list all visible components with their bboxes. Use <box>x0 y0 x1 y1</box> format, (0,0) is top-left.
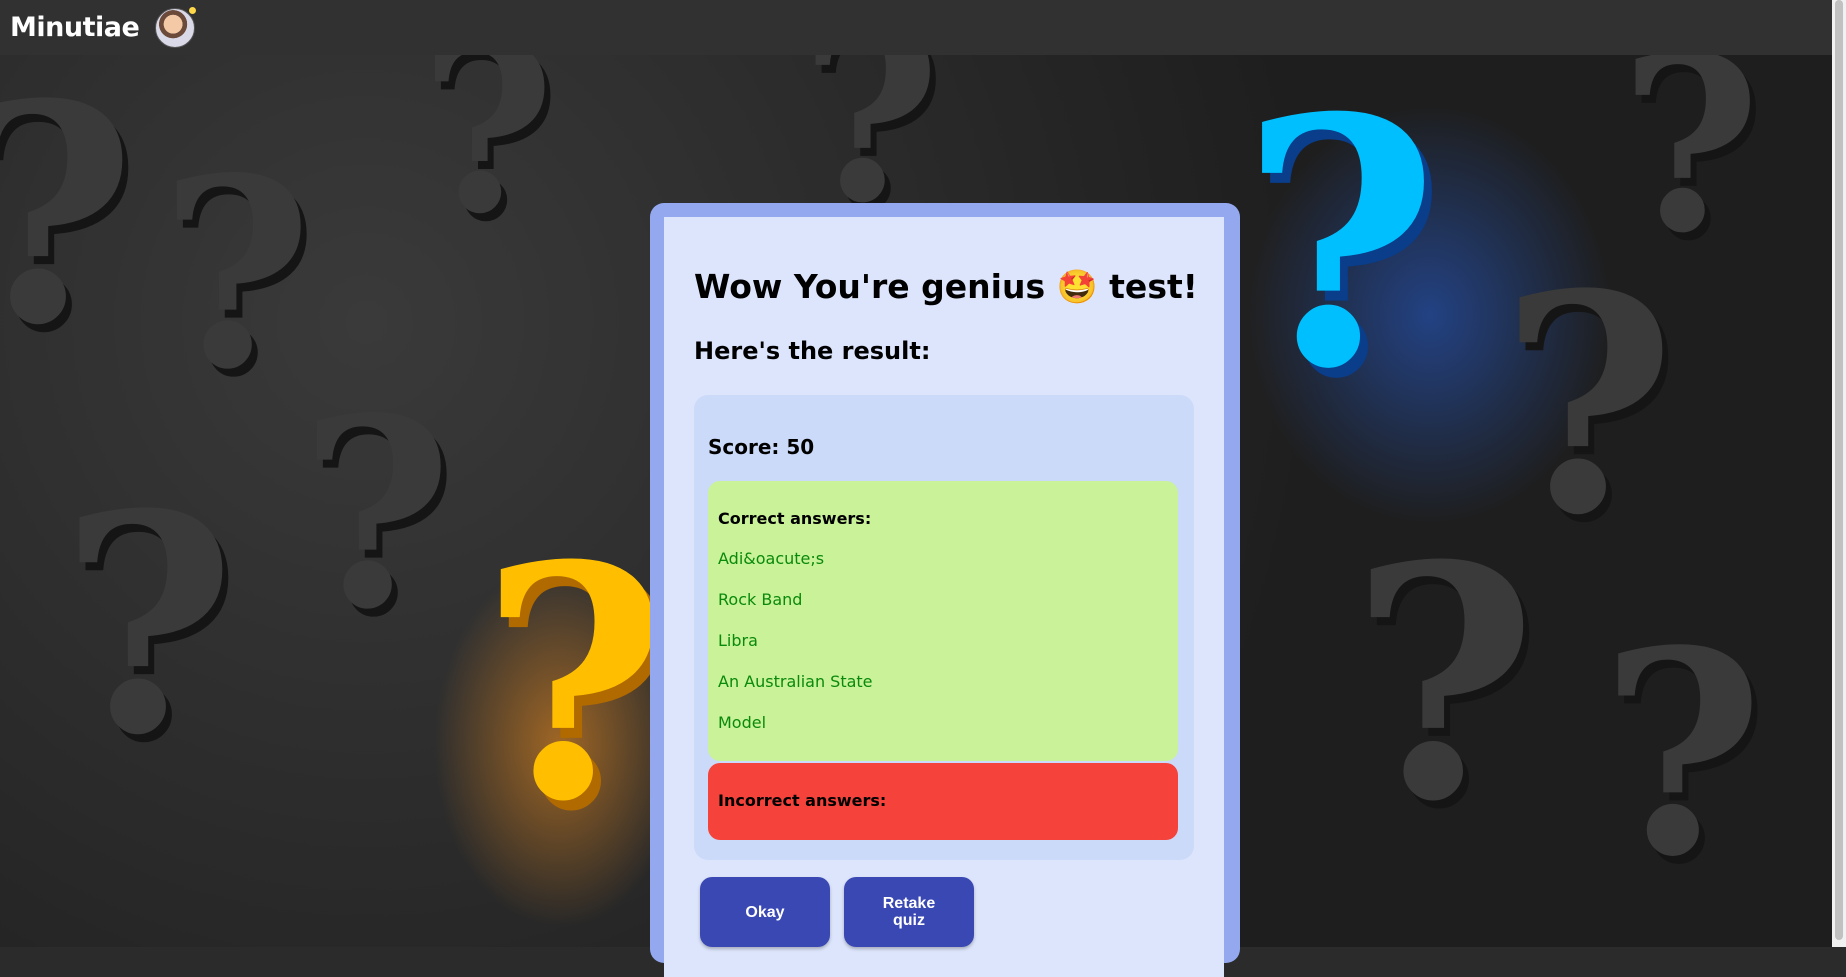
incorrect-answers-heading: Incorrect answers: <box>718 791 887 810</box>
list-item: Rock Band <box>718 590 803 609</box>
question-mark-decoration: ? <box>1600 590 1765 919</box>
user-avatar-icon[interactable] <box>155 6 197 48</box>
correct-answers-heading: Correct answers: <box>718 509 872 528</box>
result-panel: Score: 50 Correct answers: Adi&oacute;s … <box>694 395 1194 860</box>
scrollbar-thumb[interactable] <box>1835 0 1843 940</box>
top-navbar: Minutiae <box>0 0 1846 55</box>
question-mark-decoration: ? <box>1350 497 1538 872</box>
question-mark-decoration: ? <box>420 55 555 265</box>
result-subtitle: Here's the result: <box>694 337 931 365</box>
correct-answers-box: Correct answers: Adi&oacute;s Rock Band … <box>708 481 1178 761</box>
incorrect-answers-box: Incorrect answers: <box>708 763 1178 840</box>
score-label: Score: 50 <box>708 435 815 459</box>
list-item: Model <box>718 713 767 732</box>
okay-button[interactable]: Okay <box>700 877 830 947</box>
result-title: Wow You're genius 🤩 test! <box>694 267 1198 306</box>
retake-quiz-button[interactable]: Retake quiz <box>844 877 974 947</box>
question-mark-decoration: ? <box>480 497 668 872</box>
retake-quiz-label: Retake quiz <box>882 895 936 929</box>
question-mark-decoration: ? <box>60 448 236 801</box>
result-card: Wow You're genius 🤩 test! Here's the res… <box>664 217 1224 977</box>
question-mark-decoration: ? <box>300 362 453 667</box>
list-item: Adi&oacute;s <box>718 549 825 568</box>
correct-answers-list: Adi&oacute;s Rock Band Libra An Australi… <box>718 549 873 754</box>
question-mark-decoration: ? <box>0 65 136 365</box>
question-mark-decoration: ? <box>1620 55 1761 286</box>
question-mark-decoration: ? <box>1240 55 1440 444</box>
vertical-scrollbar[interactable] <box>1832 0 1846 947</box>
question-mark-decoration: ? <box>160 122 313 427</box>
list-item: An Australian State <box>718 672 873 691</box>
list-item: Libra <box>718 631 758 650</box>
result-modal: Wow You're genius 🤩 test! Here's the res… <box>650 203 1240 977</box>
brand-logo-text[interactable]: Minutiae <box>10 12 140 43</box>
